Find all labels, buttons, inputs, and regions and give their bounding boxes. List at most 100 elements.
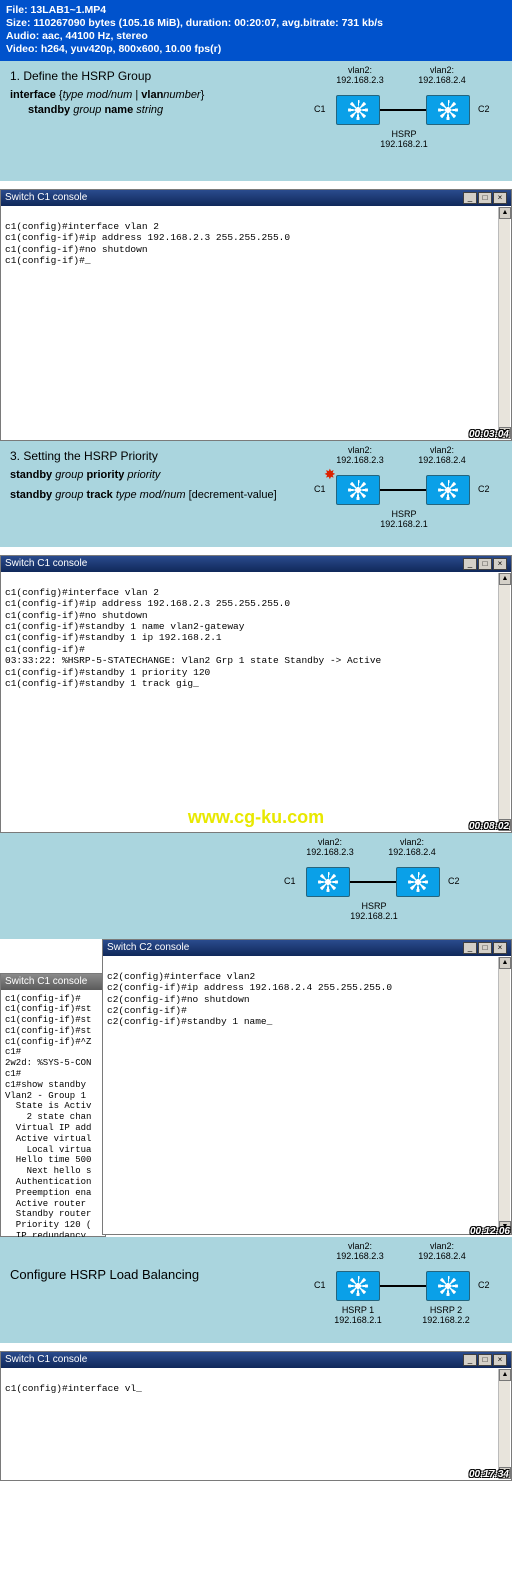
scroll-up-icon[interactable]: ▲ bbox=[499, 1369, 511, 1381]
close-button[interactable]: × bbox=[493, 192, 507, 204]
hsrp-label: HSRP 192.168.2.1 bbox=[374, 129, 434, 149]
meta-size: 110267090 bytes (105.16 MiB), duration: … bbox=[33, 17, 383, 29]
meta-file: 13LAB1~1.MP4 bbox=[31, 4, 107, 16]
slide2-cmd-track: standby group track type mod/num [decrem… bbox=[10, 489, 310, 501]
hsrp-label: HSRP 192.168.2.1 bbox=[344, 901, 404, 921]
video-meta-header: File: 13LAB1~1.MP4 Size: 110267090 bytes… bbox=[0, 0, 512, 61]
console-title: Switch C2 console bbox=[107, 942, 189, 953]
maximize-button[interactable]: □ bbox=[478, 942, 492, 954]
console-window-c1: Switch C1 console _ □ × c1(config)#inter… bbox=[0, 189, 512, 441]
console-titlebar-inactive[interactable]: Switch C1 console bbox=[1, 974, 105, 990]
scrollbar[interactable]: ▲ ▼ bbox=[498, 957, 510, 1233]
console-title: Switch C1 console bbox=[5, 558, 87, 569]
scrollbar[interactable]: ▲ ▼ bbox=[498, 573, 510, 831]
vlan-label-left: vlan2: 192.168.2.3 bbox=[330, 65, 390, 85]
console-output[interactable]: c1(config-if)# c1(config-if)#st c1(confi… bbox=[1, 990, 105, 1257]
network-diagram-4: vlan2: 192.168.2.3 vlan2: 192.168.2.4 C1… bbox=[286, 1241, 506, 1339]
close-button[interactable]: × bbox=[493, 558, 507, 570]
switch-icon bbox=[396, 867, 440, 897]
minimize-button[interactable]: _ bbox=[463, 192, 477, 204]
console-titlebar[interactable]: Switch C1 console _ □ × bbox=[1, 556, 511, 572]
minimize-button[interactable]: _ bbox=[463, 558, 477, 570]
slide4-title: Configure HSRP Load Balancing bbox=[10, 1267, 270, 1282]
link-line bbox=[380, 109, 426, 111]
slide1-cmd-interface: interface {type mod/num | vlannumber} bbox=[10, 89, 270, 101]
network-diagram-3: vlan2: 192.168.2.3 vlan2: 192.168.2.4 C1… bbox=[256, 837, 476, 935]
c2-label: C2 bbox=[448, 876, 460, 886]
console-output[interactable]: c1(config)#interface vlan 2 c1(config-if… bbox=[1, 206, 511, 271]
meta-video-label: Video: bbox=[6, 43, 38, 55]
meta-audio: aac, 44100 Hz, stereo bbox=[42, 30, 148, 42]
vlan-label-right: vlan2: 192.168.2.4 bbox=[382, 837, 442, 857]
scroll-up-icon[interactable]: ▲ bbox=[499, 573, 511, 585]
console-output[interactable]: c1(config)#interface vl_ bbox=[1, 1368, 511, 1399]
hsrp2-label: HSRP 2 192.168.2.2 bbox=[416, 1305, 476, 1325]
maximize-button[interactable]: □ bbox=[478, 1354, 492, 1366]
network-diagram-2: vlan2: 192.168.2.3 vlan2: 192.168.2.4 C1… bbox=[286, 445, 506, 543]
meta-file-label: File: bbox=[6, 4, 28, 16]
watermark-text: www.cg-ku.com bbox=[188, 807, 324, 828]
c1-label: C1 bbox=[314, 484, 326, 494]
timestamp: 00:12:06 bbox=[470, 1226, 510, 1237]
hsrp-label: HSRP 192.168.2.1 bbox=[374, 509, 434, 529]
console-titlebar[interactable]: Switch C2 console _ □ × bbox=[103, 940, 511, 956]
vlan-label-left: vlan2: 192.168.2.3 bbox=[330, 445, 390, 465]
console-window-c1-d: Switch C1 console _ □ × c1(config)#inter… bbox=[0, 1351, 512, 1481]
slide2-cmd-priority: standby group priority priority bbox=[10, 469, 310, 481]
minimize-button[interactable]: _ bbox=[463, 942, 477, 954]
close-button[interactable]: × bbox=[493, 942, 507, 954]
c2-label: C2 bbox=[478, 484, 490, 494]
scrollbar[interactable]: ▲ ▼ bbox=[498, 207, 510, 439]
c1-label: C1 bbox=[314, 104, 326, 114]
switch-icon bbox=[426, 475, 470, 505]
meta-audio-label: Audio: bbox=[6, 30, 39, 42]
meta-video: h264, yuv420p, 800x600, 10.00 fps(r) bbox=[41, 43, 221, 55]
vlan-label-right: vlan2: 192.168.2.4 bbox=[412, 445, 472, 465]
maximize-button[interactable]: □ bbox=[478, 192, 492, 204]
console-title: Switch C1 console bbox=[5, 976, 87, 987]
scrollbar[interactable]: ▲ ▼ bbox=[498, 1369, 510, 1479]
slide-load-balancing: Configure HSRP Load Balancing vlan2: 192… bbox=[0, 1237, 512, 1343]
switch-icon bbox=[336, 1271, 380, 1301]
console-titlebar[interactable]: Switch C1 console _ □ × bbox=[1, 1352, 511, 1368]
timestamp: 00:17:34 bbox=[469, 1469, 509, 1480]
link-line bbox=[380, 489, 426, 491]
network-diagram-1: vlan2: 192.168.2.3 vlan2: 192.168.2.4 C1… bbox=[286, 65, 506, 163]
vlan-label-right: vlan2: 192.168.2.4 bbox=[412, 1241, 472, 1261]
scroll-up-icon[interactable]: ▲ bbox=[499, 957, 511, 969]
console-output[interactable]: c2(config)#interface vlan2 c2(config-if)… bbox=[103, 956, 511, 1032]
switch-icon bbox=[306, 867, 350, 897]
c2-label: C2 bbox=[478, 1280, 490, 1290]
link-line bbox=[350, 881, 396, 883]
switch-icon bbox=[426, 95, 470, 125]
switch-icon bbox=[426, 1271, 470, 1301]
link-line bbox=[380, 1285, 426, 1287]
scroll-up-icon[interactable]: ▲ bbox=[499, 207, 511, 219]
console-titlebar[interactable]: Switch C1 console _ □ × bbox=[1, 190, 511, 206]
slide1-title: 1. Define the HSRP Group bbox=[10, 69, 270, 83]
switch-icon bbox=[336, 475, 380, 505]
slide-hsrp-priority: 3. Setting the HSRP Priority standby gro… bbox=[0, 441, 512, 547]
c1-label: C1 bbox=[284, 876, 296, 886]
switch-icon bbox=[336, 95, 380, 125]
minimize-button[interactable]: _ bbox=[463, 1354, 477, 1366]
slide-hsrp-group: 1. Define the HSRP Group interface {type… bbox=[0, 61, 512, 181]
slide-diagram-only: vlan2: 192.168.2.3 vlan2: 192.168.2.4 C1… bbox=[0, 833, 512, 939]
console-title: Switch C1 console bbox=[5, 192, 87, 203]
hsrp1-label: HSRP 1 192.168.2.1 bbox=[328, 1305, 388, 1325]
close-button[interactable]: × bbox=[493, 1354, 507, 1366]
c1-label: C1 bbox=[314, 1280, 326, 1290]
console-window-c2-front: Switch C2 console _ □ × c2(config)#inter… bbox=[102, 939, 512, 1235]
vlan-label-left: vlan2: 192.168.2.3 bbox=[300, 837, 360, 857]
timestamp: 00:03:04 bbox=[469, 429, 509, 440]
slide2-title: 3. Setting the HSRP Priority bbox=[10, 449, 310, 463]
console-title: Switch C1 console bbox=[5, 1354, 87, 1365]
slide1-cmd-standby: standby group name string bbox=[10, 104, 270, 116]
c2-label: C2 bbox=[478, 104, 490, 114]
console-window-c1-b: Switch C1 console _ □ × c1(config)#inter… bbox=[0, 555, 512, 833]
meta-size-label: Size: bbox=[6, 17, 31, 29]
console-window-c1-back[interactable]: Switch C1 console c1(config-if)# c1(conf… bbox=[0, 973, 106, 1237]
timestamp: 00:08:02 bbox=[469, 821, 509, 832]
console-output[interactable]: c1(config)#interface vlan 2 c1(config-if… bbox=[1, 572, 511, 694]
maximize-button[interactable]: □ bbox=[478, 558, 492, 570]
